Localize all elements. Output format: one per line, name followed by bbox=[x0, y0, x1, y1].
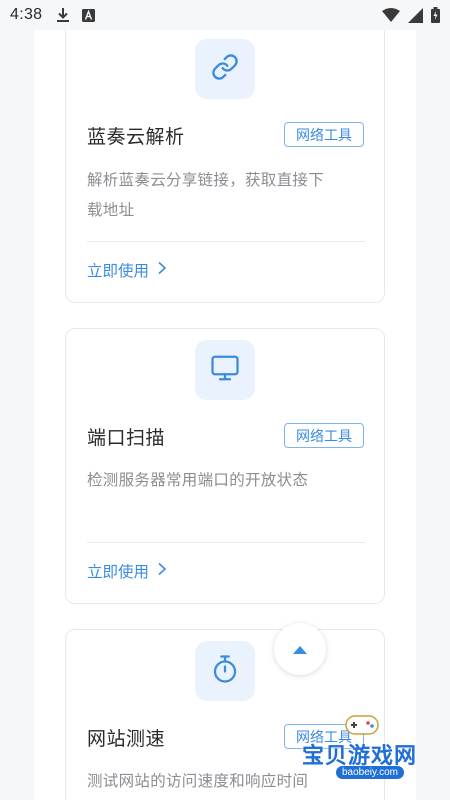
watermark-url: baobeiy.com bbox=[336, 766, 404, 779]
status-bar: 4:38 bbox=[0, 0, 450, 30]
use-now-label: 立即使用 bbox=[87, 563, 150, 581]
battery-icon bbox=[431, 7, 440, 23]
stopwatch-icon bbox=[210, 654, 240, 688]
card-description: 解析蓝奏云分享链接，获取直接下 载地址 bbox=[87, 165, 367, 225]
divider bbox=[87, 241, 365, 242]
notification-icons bbox=[56, 7, 96, 23]
back-to-top-button[interactable] bbox=[274, 623, 326, 675]
tool-card-port-scan[interactable]: 端口扫描 网络工具 检测服务器常用端口的开放状态 立即使用 bbox=[65, 328, 385, 604]
use-now-link[interactable]: 立即使用 bbox=[87, 259, 167, 281]
gamepad-icon bbox=[345, 715, 379, 735]
description-line: 检测服务器常用端口的开放状态 bbox=[87, 471, 309, 489]
chevron-right-icon bbox=[157, 261, 167, 279]
wifi-icon bbox=[382, 8, 400, 22]
divider bbox=[87, 542, 365, 543]
link-icon bbox=[211, 53, 239, 85]
signal-icon bbox=[408, 7, 423, 23]
status-time: 4:38 bbox=[10, 6, 43, 23]
description-line: 解析蓝奏云分享链接，获取直接下 bbox=[87, 171, 325, 189]
description-line: 载地址 bbox=[87, 201, 135, 219]
tool-icon-box bbox=[195, 39, 255, 99]
a-badge-icon bbox=[82, 8, 96, 22]
monitor-icon bbox=[210, 353, 240, 387]
screen: 4:38 蓝奏云解析 网络工具 解析蓝奏云分享链接，获取直接下 载地址 立即使用… bbox=[0, 0, 450, 800]
tool-icon-box bbox=[195, 641, 255, 701]
tool-card-lanzou[interactable]: 蓝奏云解析 网络工具 解析蓝奏云分享链接，获取直接下 载地址 立即使用 bbox=[65, 18, 385, 303]
watermark: 宝贝游戏网 baobeiy.com bbox=[296, 708, 436, 792]
card-description: 检测服务器常用端口的开放状态 bbox=[87, 465, 367, 495]
category-tag: 网络工具 bbox=[284, 122, 364, 147]
use-now-label: 立即使用 bbox=[87, 262, 150, 280]
chevron-right-icon bbox=[157, 562, 167, 580]
category-tag: 网络工具 bbox=[284, 423, 364, 448]
card-title: 端口扫描 bbox=[87, 427, 166, 449]
system-status-icons bbox=[382, 7, 440, 23]
use-now-link[interactable]: 立即使用 bbox=[87, 560, 167, 582]
download-icon bbox=[56, 7, 70, 23]
card-title: 蓝奏云解析 bbox=[87, 126, 185, 148]
tool-icon-box bbox=[195, 340, 255, 400]
arrow-up-icon bbox=[292, 640, 308, 659]
card-title: 网站测速 bbox=[87, 728, 166, 750]
